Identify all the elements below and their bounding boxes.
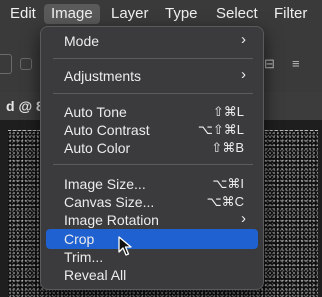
menu-type[interactable]: Type bbox=[158, 4, 205, 24]
menu-item-canvas-size[interactable]: Canvas Size... ⌥⌘C bbox=[46, 192, 258, 212]
app-menubar: Edit Image Layer Type Select Filter bbox=[0, 0, 322, 28]
menu-item-label: Auto Contrast bbox=[64, 122, 150, 138]
menu-image[interactable]: Image bbox=[44, 4, 100, 24]
menu-item-label: Image Rotation bbox=[64, 212, 159, 228]
menu-item-shortcut: ⌥⌘C bbox=[206, 194, 244, 209]
menu-item-mode[interactable]: Mode › bbox=[46, 31, 258, 51]
tool-preset-dropdown[interactable] bbox=[0, 54, 12, 74]
menu-item-trim[interactable]: Trim... bbox=[46, 247, 258, 267]
menu-separator bbox=[53, 58, 253, 59]
submenu-arrow-icon: › bbox=[241, 31, 246, 48]
menu-item-label: Adjustments bbox=[64, 68, 142, 84]
menu-item-image-size[interactable]: Image Size... ⌥⌘I bbox=[46, 174, 258, 194]
mouse-pointer-icon bbox=[118, 236, 132, 256]
menu-item-crop[interactable]: Crop bbox=[46, 229, 258, 249]
option-checkbox[interactable] bbox=[20, 58, 32, 70]
image-menu-dropdown: Mode › Adjustments › Auto Tone ⇧⌘L Auto … bbox=[40, 26, 264, 290]
menu-item-auto-tone[interactable]: Auto Tone ⇧⌘L bbox=[46, 102, 258, 122]
menu-separator bbox=[53, 164, 253, 165]
menu-item-reveal-all[interactable]: Reveal All bbox=[46, 265, 258, 285]
menu-item-label: Auto Tone bbox=[64, 104, 127, 120]
menu-item-label: Crop bbox=[64, 231, 95, 247]
menu-item-adjustments[interactable]: Adjustments › bbox=[46, 66, 258, 86]
menu-select[interactable]: Select bbox=[209, 4, 265, 24]
distribute-icon[interactable]: ≡ bbox=[292, 56, 300, 71]
menu-item-auto-contrast[interactable]: Auto Contrast ⌥⇧⌘L bbox=[46, 120, 258, 140]
submenu-arrow-icon: › bbox=[241, 210, 246, 227]
menu-layer[interactable]: Layer bbox=[104, 4, 156, 24]
menu-item-shortcut: ⌥⇧⌘L bbox=[197, 122, 244, 137]
menu-item-label: Canvas Size... bbox=[64, 194, 155, 210]
menu-item-auto-color[interactable]: Auto Color ⇧⌘B bbox=[46, 138, 258, 158]
menu-item-shortcut: ⌥⌘I bbox=[212, 176, 244, 191]
menu-item-shortcut: ⇧⌘B bbox=[211, 140, 244, 155]
align-icon[interactable]: ⊟ bbox=[264, 56, 275, 72]
menu-item-label: Auto Color bbox=[64, 140, 131, 156]
menu-filter[interactable]: Filter bbox=[267, 4, 314, 24]
menu-item-shortcut: ⇧⌘L bbox=[212, 104, 244, 119]
menu-item-label: Reveal All bbox=[64, 267, 127, 283]
menu-item-label: Mode bbox=[64, 33, 100, 49]
menu-separator bbox=[53, 93, 253, 94]
menu-item-label: Image Size... bbox=[64, 176, 146, 192]
menu-item-image-rotation[interactable]: Image Rotation › bbox=[46, 210, 258, 230]
menu-item-label: Trim... bbox=[64, 249, 104, 265]
submenu-arrow-icon: › bbox=[241, 66, 246, 83]
menu-edit[interactable]: Edit bbox=[3, 4, 43, 24]
